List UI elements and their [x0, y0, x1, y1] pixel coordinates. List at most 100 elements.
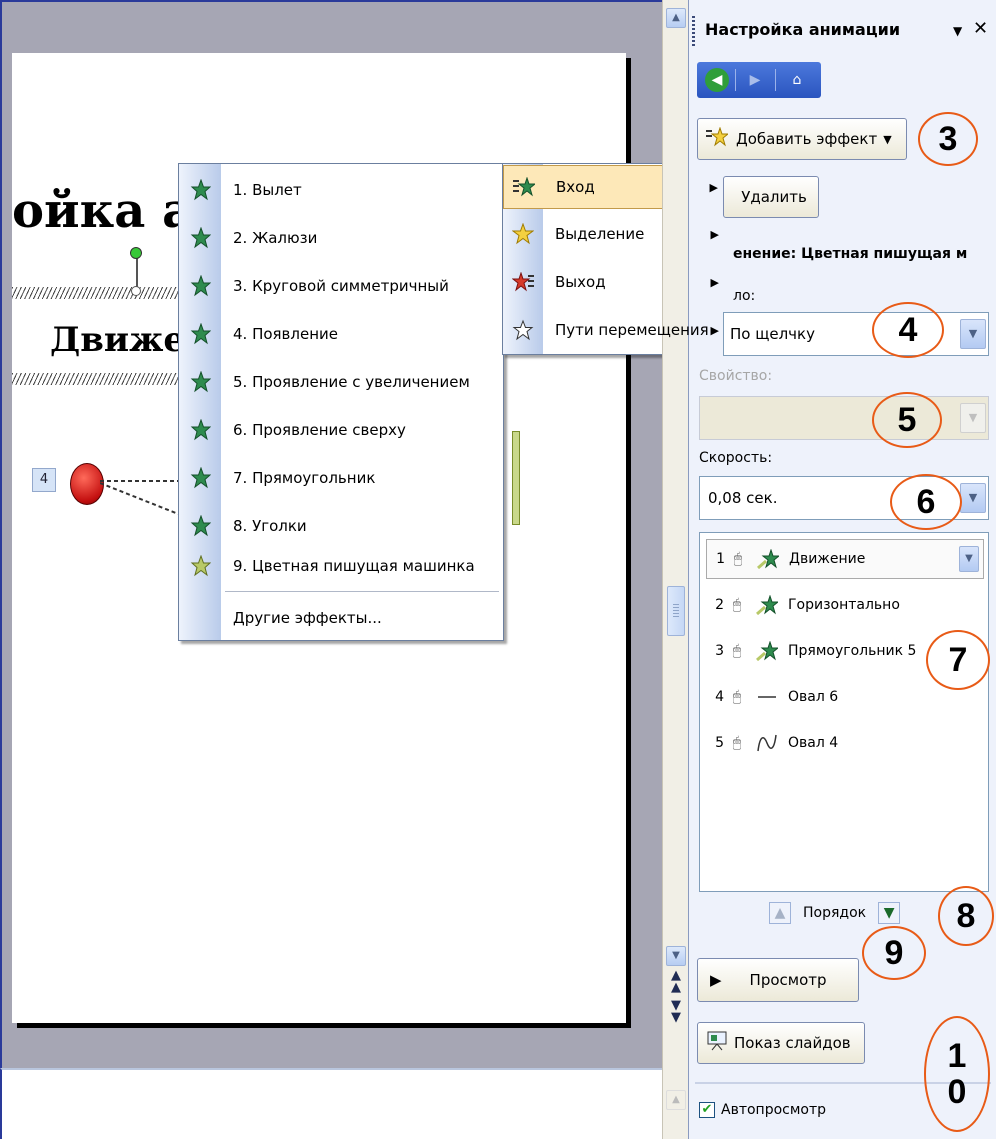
- chevron-down-icon[interactable]: ▼: [960, 319, 986, 349]
- mouse-click-icon: 🖱: [733, 551, 743, 567]
- pane-title: Настройка анимации: [705, 20, 901, 39]
- submenu-arrow-icon: ▶: [709, 180, 718, 194]
- menu-item-label: 9. Цветная пишущая машинка: [233, 557, 475, 575]
- autopreview-checkbox[interactable]: ✔ Автопросмотр: [699, 1102, 826, 1118]
- slideshow-icon: [706, 1031, 728, 1055]
- preview-button[interactable]: ▶ Просмотр: [697, 958, 859, 1002]
- motion-path-icon: [503, 319, 543, 341]
- list-item[interactable]: 1 🖱 Движение ▼: [706, 539, 984, 579]
- menu-item-zoom[interactable]: 5. Проявление с увеличением: [179, 358, 503, 406]
- entrance-star-icon: [750, 595, 784, 615]
- fly-in-star-icon: [179, 179, 221, 201]
- menu-item-label: 5. Проявление с увеличением: [233, 373, 470, 391]
- pane-menu-button[interactable]: ▼: [953, 24, 962, 38]
- menu-item-label: 7. Прямоугольник: [233, 469, 376, 487]
- scroll-up-button[interactable]: ▲: [666, 8, 686, 28]
- scroll-grip-icon: [673, 604, 679, 618]
- pane-nav-bar: ◀ ▶ ⌂: [697, 62, 821, 98]
- back-arrow-icon[interactable]: ◀: [705, 68, 729, 92]
- menu-item-label: 1. Вылет: [233, 181, 302, 199]
- home-icon[interactable]: ⌂: [785, 68, 809, 92]
- red-oval-shape[interactable]: [70, 463, 104, 505]
- notes-scrollbar[interactable]: ▲: [662, 1068, 688, 1139]
- entrance-star-icon: [751, 549, 785, 569]
- box-star-icon: [179, 467, 221, 489]
- chevron-down-icon[interactable]: ▼: [960, 483, 986, 513]
- menu-item-label: Пути перемещения: [555, 321, 709, 339]
- add-effect-star-icon: [706, 126, 730, 151]
- callout-4: 4: [872, 302, 944, 358]
- callout-5: 5: [872, 392, 942, 448]
- callout-6: 6: [890, 474, 962, 530]
- slide-vertical-scrollbar[interactable]: ▲ ▼ ▲ ▲ ▼ ▼: [662, 0, 688, 1068]
- zoom-star-icon: [179, 371, 221, 393]
- animation-list[interactable]: 1 🖱 Движение ▼ 2 🖱 Горизонтально 3 🖱 Пря…: [699, 532, 989, 892]
- property-label: Свойство:: [699, 368, 773, 384]
- selection-border: [12, 373, 192, 385]
- slide-show-button[interactable]: Показ слайдов: [697, 1022, 865, 1064]
- move-down-arrow-icon[interactable]: ▼: [878, 902, 901, 924]
- change-label: енение: Цветная пишущая м: [733, 246, 968, 262]
- submenu-arrow-icon: ▶: [710, 323, 719, 337]
- menu-item-fade-top[interactable]: 6. Проявление сверху: [179, 406, 503, 454]
- callout-7: 7: [926, 630, 990, 690]
- previous-slide-button[interactable]: ▲ ▲: [668, 969, 684, 994]
- mouse-click-icon: 🖱: [732, 597, 742, 613]
- speed-label: Скорость:: [699, 450, 773, 466]
- menu-item-label: 4. Появление: [233, 325, 338, 343]
- rotation-handle-stem: [136, 255, 138, 287]
- menu-item-appear[interactable]: 4. Появление: [179, 310, 503, 358]
- green-rectangle-shape[interactable]: [512, 431, 520, 525]
- menu-item-fly-in[interactable]: 1. Вылет: [179, 166, 503, 214]
- rotation-handle[interactable]: [130, 247, 142, 259]
- blinds-star-icon: [179, 227, 221, 249]
- callout-10: 1 0: [924, 1016, 990, 1132]
- exit-icon: [503, 272, 543, 292]
- menu-item-typewriter[interactable]: 9. Цветная пишущая машинка: [179, 542, 503, 590]
- pane-grip-icon[interactable]: [692, 16, 695, 48]
- reorder-controls: ▲ Порядок ▼: [769, 898, 901, 928]
- pane-header: Настройка анимации ▼ ✕: [689, 0, 996, 60]
- menu-item-label: Выход: [555, 273, 606, 291]
- submenu-arrow-icon: ▶: [710, 227, 719, 241]
- chevron-down-icon[interactable]: ▼: [959, 546, 979, 572]
- start-label: ло:: [733, 288, 756, 304]
- mouse-click-icon: 🖱: [732, 643, 742, 659]
- callout-3: 3: [918, 112, 978, 166]
- forward-arrow-icon[interactable]: ▶: [743, 68, 767, 92]
- start-dropdown[interactable]: По щелчку ▼: [723, 312, 989, 356]
- circle-star-icon: [179, 275, 221, 297]
- checkmark-icon[interactable]: ✔: [699, 1102, 715, 1118]
- entrance-star-icon: [750, 641, 784, 661]
- menu-item-circle[interactable]: 3. Круговой симметричный: [179, 262, 503, 310]
- entrance-effects-menu: 1. Вылет 2. Жалюзи 3. Круговой симметрич…: [178, 163, 504, 641]
- callout-9: 9: [862, 926, 926, 980]
- resize-handle[interactable]: [131, 286, 141, 296]
- appear-star-icon: [179, 323, 221, 345]
- menu-item-label: 6. Проявление сверху: [233, 421, 406, 439]
- entrance-icon: [504, 177, 544, 197]
- menu-item-blinds[interactable]: 2. Жалюзи: [179, 214, 503, 262]
- next-slide-button[interactable]: ▼ ▼: [668, 999, 684, 1024]
- notes-pane[interactable]: [0, 1068, 688, 1139]
- chevron-down-icon: ▼: [960, 403, 986, 433]
- delete-effect-button[interactable]: Удалить: [723, 176, 819, 218]
- list-item[interactable]: 5 🖱 Овал 4: [706, 723, 984, 763]
- mouse-click-icon: 🖱: [732, 689, 742, 705]
- notes-scroll-up-button[interactable]: ▲: [666, 1090, 686, 1110]
- add-effect-button[interactable]: Добавить эффект ▼: [697, 118, 907, 160]
- close-icon[interactable]: ✕: [973, 18, 988, 39]
- move-up-arrow-icon[interactable]: ▲: [769, 902, 791, 924]
- menu-item-label: 2. Жалюзи: [233, 229, 318, 247]
- line-path-icon: [750, 692, 784, 702]
- chevron-down-icon: ▼: [883, 132, 892, 146]
- submenu-arrow-icon: ▶: [710, 275, 719, 289]
- emphasis-icon: [503, 223, 543, 245]
- list-item[interactable]: 2 🖱 Горизонтально: [706, 585, 984, 625]
- menu-item-box[interactable]: 7. Прямоугольник: [179, 454, 503, 502]
- menu-item-label: Выделение: [555, 225, 645, 243]
- fade-top-star-icon: [179, 419, 221, 441]
- scroll-down-button[interactable]: ▼: [666, 946, 686, 966]
- menu-item-more-effects[interactable]: Другие эффекты...: [179, 594, 503, 642]
- reorder-label: Порядок: [803, 905, 867, 921]
